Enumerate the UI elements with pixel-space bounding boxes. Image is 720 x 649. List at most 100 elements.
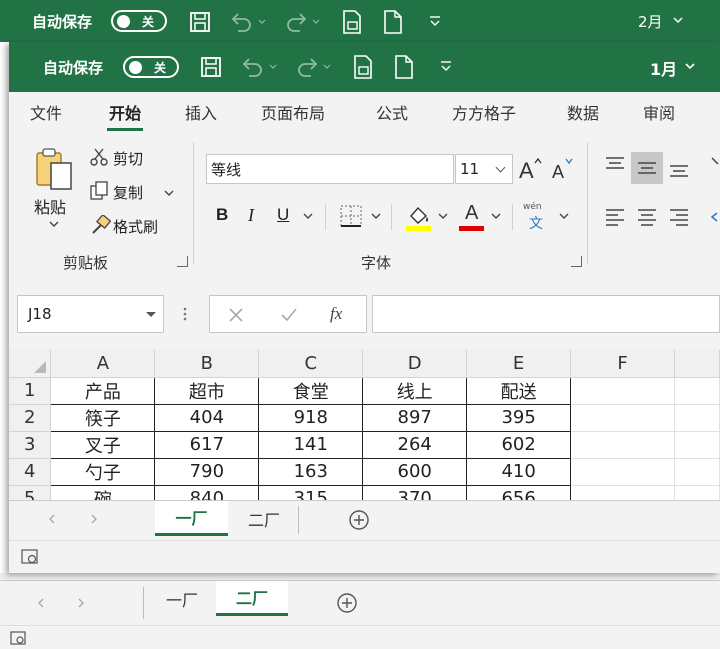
- cut-icon[interactable]: [89, 147, 109, 167]
- underline-dropdown-icon[interactable]: [302, 212, 314, 222]
- month-dropdown-icon[interactable]: [684, 62, 696, 72]
- cell[interactable]: [570, 377, 675, 405]
- row-header[interactable]: 4: [9, 458, 52, 486]
- cell[interactable]: [674, 431, 720, 459]
- font-color-button[interactable]: A: [459, 202, 485, 233]
- decrease-font-size-icon[interactable]: A: [550, 154, 576, 182]
- column-header[interactable]: F: [570, 350, 675, 378]
- column-header-blank[interactable]: [674, 350, 720, 378]
- cell[interactable]: 141: [258, 430, 364, 459]
- copy-icon[interactable]: [89, 181, 109, 201]
- print-preview-icon[interactable]: [351, 54, 375, 80]
- fill-color-icon[interactable]: [405, 202, 433, 232]
- align-right-icon[interactable]: [667, 206, 691, 228]
- fill-color-dropdown-icon[interactable]: [437, 212, 449, 222]
- paste-button[interactable]: 粘贴: [34, 194, 66, 218]
- redo-icon[interactable]: [293, 55, 333, 79]
- back-undo-icon[interactable]: [228, 10, 268, 34]
- cell[interactable]: 840: [154, 484, 260, 500]
- font-name-combo[interactable]: 等线: [206, 154, 454, 184]
- cell[interactable]: [674, 404, 720, 432]
- name-box-dropdown-icon[interactable]: [145, 311, 157, 319]
- cancel-entry-icon[interactable]: [228, 307, 244, 323]
- sheet-tab-1[interactable]: 一厂: [155, 501, 228, 536]
- cell[interactable]: [674, 377, 720, 405]
- align-left-icon[interactable]: [603, 206, 627, 228]
- cell[interactable]: [570, 431, 675, 459]
- cell[interactable]: 勺子: [50, 457, 156, 486]
- tab-page-layout[interactable]: 页面布局: [261, 100, 325, 124]
- phonetic-dropdown-icon[interactable]: [558, 212, 570, 222]
- clipboard-dialog-launcher[interactable]: [177, 256, 188, 267]
- cell[interactable]: 筷子: [50, 403, 156, 432]
- format-painter-icon[interactable]: [89, 215, 111, 235]
- column-header[interactable]: A: [50, 350, 156, 378]
- tab-review[interactable]: 审阅: [643, 100, 675, 124]
- cell[interactable]: 410: [466, 457, 572, 486]
- tab-formulas[interactable]: 公式: [376, 100, 408, 124]
- font-size-combo[interactable]: 11: [455, 154, 513, 184]
- back-sheet-tab-1[interactable]: 一厂: [148, 581, 216, 616]
- row-header[interactable]: 2: [9, 404, 52, 432]
- undo-icon[interactable]: [239, 55, 279, 79]
- row-header[interactable]: 3: [9, 431, 52, 459]
- back-new-doc-icon[interactable]: [382, 9, 404, 35]
- column-header[interactable]: E: [466, 350, 572, 378]
- increase-font-size-icon[interactable]: A: [518, 154, 544, 182]
- cell[interactable]: [674, 458, 720, 486]
- align-center-icon[interactable]: [635, 206, 659, 228]
- back-month-label[interactable]: 2月: [638, 11, 663, 32]
- column-header[interactable]: D: [362, 350, 468, 378]
- cell[interactable]: 碗: [50, 484, 156, 500]
- cell[interactable]: 395: [466, 403, 572, 432]
- next-sheet-icon[interactable]: [89, 513, 99, 525]
- cell[interactable]: [570, 485, 675, 500]
- bold-button[interactable]: B: [216, 205, 228, 225]
- cell[interactable]: 食堂: [258, 376, 364, 405]
- paste-dropdown-icon[interactable]: [48, 220, 60, 230]
- back-macro-record-icon[interactable]: [10, 631, 26, 645]
- underline-button[interactable]: U: [277, 205, 289, 225]
- cell[interactable]: [570, 458, 675, 486]
- cell[interactable]: 918: [258, 403, 364, 432]
- formula-bar-grip-icon[interactable]: [182, 306, 188, 322]
- add-sheet-icon[interactable]: [348, 509, 370, 531]
- borders-icon[interactable]: [338, 203, 364, 229]
- orientation-icon[interactable]: [709, 154, 720, 176]
- confirm-entry-icon[interactable]: [280, 307, 298, 323]
- align-top-icon[interactable]: [603, 154, 627, 176]
- back-print-preview-icon[interactable]: [340, 9, 364, 35]
- decrease-indent-icon[interactable]: [709, 206, 720, 228]
- cell[interactable]: 配送: [466, 376, 572, 405]
- font-dialog-launcher[interactable]: [571, 256, 582, 267]
- select-all-corner[interactable]: [9, 350, 52, 378]
- cell[interactable]: 404: [154, 403, 260, 432]
- cell[interactable]: 315: [258, 484, 364, 500]
- italic-button[interactable]: I: [248, 205, 254, 226]
- borders-dropdown-icon[interactable]: [370, 212, 382, 222]
- tab-data[interactable]: 数据: [567, 100, 599, 124]
- cut-button[interactable]: 剪切: [113, 148, 143, 169]
- paste-icon[interactable]: [33, 147, 79, 193]
- cell[interactable]: 617: [154, 430, 260, 459]
- tab-file[interactable]: 文件: [30, 100, 62, 124]
- new-document-icon[interactable]: [393, 54, 415, 80]
- sheet-tab-2[interactable]: 二厂: [230, 501, 298, 536]
- row-header[interactable]: 1: [9, 377, 52, 405]
- copy-dropdown-icon[interactable]: [163, 189, 175, 199]
- worksheet-grid[interactable]: A B C D E F 1 产品 超市 食堂 线上 配送 2 筷子 404 91…: [9, 350, 720, 500]
- month-label[interactable]: 1月: [650, 56, 677, 80]
- qat-customize-icon[interactable]: [439, 59, 453, 73]
- save-icon[interactable]: [199, 55, 223, 79]
- phonetic-guide-button[interactable]: wén 文: [523, 202, 553, 232]
- back-sheet-tab-2[interactable]: 二厂: [216, 581, 288, 616]
- cell[interactable]: 超市: [154, 376, 260, 405]
- tab-fangfang-gezi[interactable]: 方方格子: [452, 100, 516, 124]
- prev-sheet-icon[interactable]: [47, 513, 57, 525]
- back-redo-icon[interactable]: [282, 10, 322, 34]
- back-autosave-toggle[interactable]: 关: [111, 10, 167, 32]
- column-header[interactable]: B: [154, 350, 260, 378]
- back-prev-sheet-icon[interactable]: [36, 597, 46, 609]
- cell[interactable]: 370: [362, 484, 468, 500]
- cell[interactable]: 656: [466, 484, 572, 500]
